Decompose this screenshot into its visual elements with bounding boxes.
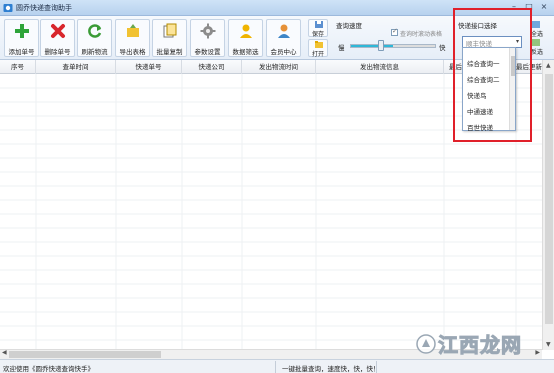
refresh-logistics-button[interactable]: 刷新物流 (77, 19, 112, 57)
auto-scroll-label: 查询时滚动表格 (400, 31, 443, 38)
vertical-scrollbar[interactable]: ▲ ▼ (542, 60, 554, 350)
app-icon (3, 4, 13, 12)
select-all-label: 全选 (531, 31, 544, 38)
member-icon (278, 24, 290, 38)
export-icon (127, 24, 139, 37)
member-center-button[interactable]: 会员中心 (266, 19, 301, 57)
vertical-scroll-thumb[interactable] (545, 74, 553, 324)
scroll-down-icon[interactable]: ▼ (546, 341, 551, 348)
add-number-label: 添加单号 (8, 48, 35, 56)
save-icon (315, 21, 323, 28)
data-filter-label: 数据筛选 (232, 48, 259, 56)
invert-select-icon (532, 39, 540, 46)
filter-icon (240, 24, 252, 38)
invert-select-label: 反选 (531, 49, 544, 56)
auto-scroll-checkbox[interactable] (391, 27, 398, 36)
status-divider (275, 361, 276, 373)
save-button[interactable]: 保存 (308, 19, 328, 38)
refresh-icon (88, 24, 102, 38)
speed-slider-track[interactable] (350, 44, 436, 48)
close-button[interactable]: × (538, 2, 550, 13)
column-header-courier[interactable]: 快递公司 (182, 60, 242, 74)
gear-icon (200, 23, 216, 39)
column-header-tracking-number[interactable]: 快递单号 (116, 60, 182, 74)
delete-number-label: 删除单号 (44, 48, 71, 56)
export-table-button[interactable]: 导出表格 (115, 19, 150, 57)
member-center-label: 会员中心 (270, 48, 297, 56)
query-speed-title: 查询速度 (336, 22, 362, 30)
delete-icon (51, 24, 65, 38)
add-number-button[interactable]: 添加单号 (4, 19, 39, 57)
column-header-query-time[interactable]: 查单时间 (36, 60, 116, 74)
window-title: 圆乔快递查询助手 (16, 4, 72, 12)
status-divider (376, 361, 377, 373)
watermark-text: 江西龙网 (438, 333, 522, 358)
scroll-right-icon[interactable]: ▶ (535, 349, 540, 356)
slow-label: 慢 (338, 44, 345, 52)
data-filter-button[interactable]: 数据筛选 (228, 19, 263, 57)
horizontal-scroll-thumb[interactable] (9, 351, 161, 358)
refresh-logistics-label: 刷新物流 (81, 48, 108, 56)
select-all-button[interactable]: 全选 (530, 20, 552, 38)
invert-select-button[interactable]: 反选 (530, 38, 552, 56)
watermark-logo-icon (416, 334, 436, 354)
save-label: 保存 (311, 31, 324, 38)
watermark: 江西龙网 (416, 328, 526, 362)
scroll-up-icon[interactable]: ▲ (546, 62, 551, 69)
column-header-ship-info[interactable]: 发出物流信息 (316, 60, 444, 74)
speed-slider-thumb[interactable] (378, 40, 384, 51)
open-button[interactable]: 打开 (308, 39, 328, 58)
status-slogan-text: 一键批量查询，速度快，快，快！ (282, 365, 380, 373)
select-all-icon (532, 21, 540, 28)
batch-copy-label: 批量复制 (156, 48, 183, 56)
copy-icon (163, 23, 177, 38)
status-welcome-text: 欢迎使用《圆乔快递查询快手》 (3, 365, 94, 373)
column-header-ship-time[interactable]: 发出物流时间 (242, 60, 316, 74)
query-speed-group: 查询速度 查询时滚动表格 慢 快 (334, 18, 450, 58)
column-header-index[interactable]: 序号 (0, 60, 36, 74)
folder-icon (315, 41, 323, 48)
export-table-label: 导出表格 (119, 48, 146, 56)
highlight-box (453, 8, 532, 142)
delete-number-button[interactable]: 删除单号 (40, 19, 75, 57)
batch-copy-button[interactable]: 批量复制 (152, 19, 187, 57)
speed-slider-fill (351, 45, 393, 47)
settings-button[interactable]: 参数设置 (190, 19, 225, 57)
add-icon (15, 24, 29, 38)
open-label: 打开 (311, 51, 324, 58)
scroll-left-icon[interactable]: ◀ (2, 349, 7, 356)
settings-label: 参数设置 (194, 48, 221, 56)
fast-label: 快 (439, 44, 446, 52)
